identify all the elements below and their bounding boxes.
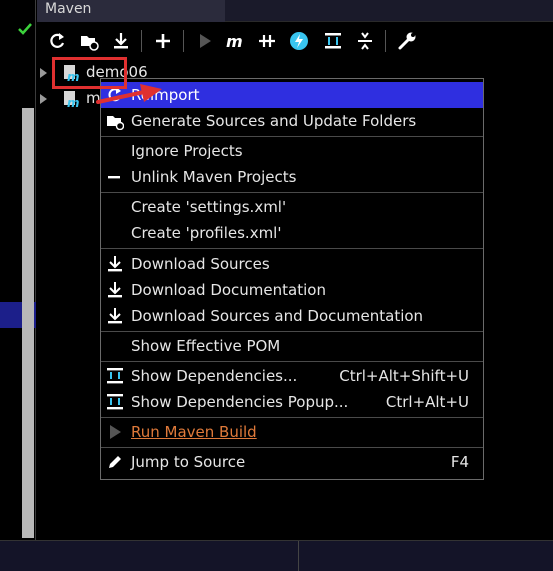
settings-wrench-icon[interactable] (397, 31, 417, 51)
shortcut-label: Ctrl+Alt+U (385, 393, 469, 411)
toggle-offline-icon[interactable] (257, 31, 277, 51)
maven-module-icon: m (64, 91, 80, 108)
menu-item-jump-to-source[interactable]: Jump to Source F4 (101, 449, 483, 475)
menu-item-show-dependencies-popup[interactable]: Show Dependencies Popup... Ctrl+Alt+U (101, 389, 483, 415)
pencil-icon (109, 456, 121, 468)
lightning-icon[interactable] (289, 31, 309, 51)
shortcut-label: F4 (450, 453, 469, 471)
show-dependencies-icon (107, 394, 123, 410)
generate-sources-icon[interactable] (79, 31, 99, 51)
menu-separator (101, 361, 483, 362)
left-gutter (0, 0, 36, 540)
menu-item-download-sources[interactable]: Download Sources (101, 251, 483, 277)
menu-separator (101, 331, 483, 332)
expand-arrow-icon[interactable] (40, 94, 47, 104)
annotation-arrow-icon (96, 84, 162, 104)
shortcut-label: Ctrl+Alt+Shift+U (339, 367, 469, 385)
menu-item-download-documentation[interactable]: Download Documentation (101, 277, 483, 303)
left-scrollbar[interactable] (22, 108, 34, 538)
menu-separator (101, 417, 483, 418)
minus-icon (108, 176, 120, 179)
tool-window-title[interactable]: Maven (37, 0, 225, 22)
maven-icon[interactable]: m (225, 31, 245, 51)
svg-text:m: m (226, 32, 243, 51)
download-icon (108, 282, 122, 298)
toolbar-separator (141, 30, 142, 52)
menu-item-create-profiles[interactable]: Create 'profiles.xml' (101, 220, 483, 246)
bottom-status-bar (0, 540, 553, 571)
toolbar-separator (183, 30, 184, 52)
checkmark-icon (18, 23, 32, 35)
add-icon[interactable] (153, 31, 173, 51)
toolbar-separator (385, 30, 386, 52)
menu-separator (101, 136, 483, 137)
show-dependencies-icon[interactable] (323, 31, 343, 51)
status-divider (298, 541, 299, 571)
show-dependencies-icon (107, 368, 123, 384)
run-icon (110, 425, 121, 439)
menu-item-show-effective-pom[interactable]: Show Effective POM (101, 333, 483, 359)
download-icon[interactable] (111, 31, 131, 51)
maven-toolbar: m (37, 24, 553, 58)
menu-item-ignore-projects[interactable]: Ignore Projects (101, 138, 483, 164)
menu-separator (101, 192, 483, 193)
menu-item-download-sources-and-documentation[interactable]: Download Sources and Documentation (101, 303, 483, 329)
download-icon (108, 308, 122, 324)
menu-item-unlink-projects[interactable]: Unlink Maven Projects (101, 164, 483, 190)
menu-separator (101, 447, 483, 448)
menu-item-generate-sources[interactable]: Generate Sources and Update Folders (101, 108, 483, 134)
menu-item-run-maven-build[interactable]: Run Maven Build (101, 419, 483, 445)
generate-sources-icon (107, 116, 124, 130)
context-menu: Reimport Generate Sources and Update Fol… (100, 78, 484, 480)
download-icon (108, 256, 122, 272)
svg-text:m: m (67, 96, 80, 108)
collapse-icon[interactable] (355, 31, 375, 51)
run-icon[interactable] (195, 31, 215, 51)
menu-separator (101, 248, 483, 249)
refresh-icon[interactable] (47, 31, 67, 51)
menu-item-show-dependencies[interactable]: Show Dependencies... Ctrl+Alt+Shift+U (101, 363, 483, 389)
tool-window-header: Maven (37, 0, 553, 22)
expand-arrow-icon[interactable] (40, 68, 47, 78)
menu-item-create-settings[interactable]: Create 'settings.xml' (101, 194, 483, 220)
